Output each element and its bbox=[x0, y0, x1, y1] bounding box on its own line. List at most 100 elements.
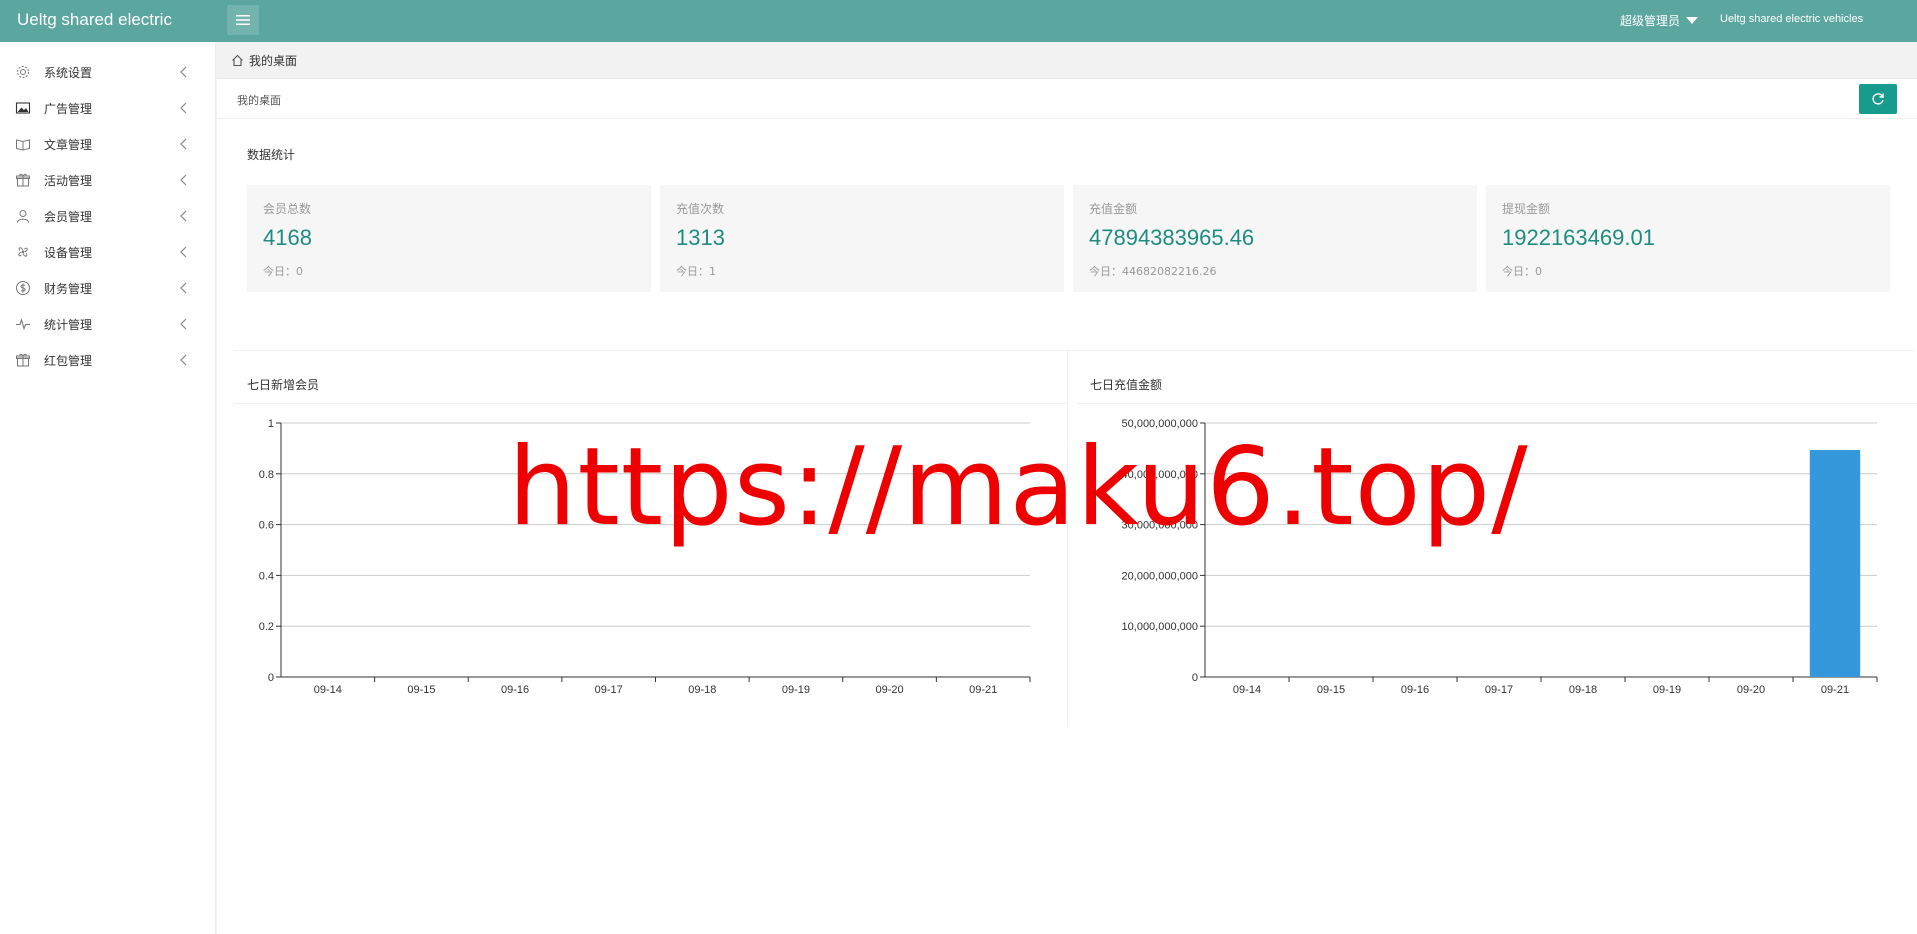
x-tick-label: 09-14 bbox=[314, 684, 342, 696]
sidebar-item-label: 文章管理 bbox=[44, 137, 93, 152]
stat-today: 今日：1 bbox=[676, 265, 716, 278]
stat-today: 今日：44682082216.26 bbox=[1089, 265, 1217, 278]
sidebar-item-label: 财务管理 bbox=[44, 281, 93, 296]
sidebar-item[interactable]: 会员管理 bbox=[0, 198, 216, 234]
image-icon bbox=[15, 102, 31, 114]
breadcrumb-bar: 我的桌面 bbox=[217, 79, 1917, 119]
x-tick-label: 09-18 bbox=[1569, 684, 1597, 696]
sidebar-item[interactable]: 统计管理 bbox=[0, 306, 216, 342]
sidebar-item[interactable]: 设备管理 bbox=[0, 234, 216, 270]
chevron-left-icon bbox=[180, 174, 187, 186]
stat-today: 今日：0 bbox=[263, 265, 303, 278]
stat-value: 4168 bbox=[263, 225, 312, 250]
x-tick-label: 09-17 bbox=[595, 684, 623, 696]
user-name: 超级管理员 bbox=[1620, 14, 1681, 28]
caret-down-icon bbox=[1686, 17, 1699, 24]
sidebar-item[interactable]: 活动管理 bbox=[0, 162, 216, 198]
watermark-text: https://maku6.top/ bbox=[508, 425, 1529, 550]
x-tick-label: 09-15 bbox=[407, 684, 435, 696]
chart-header: 七日新增会员 bbox=[234, 350, 1067, 404]
chevron-left-icon bbox=[180, 66, 187, 78]
sidebar-item[interactable]: 广告管理 bbox=[0, 90, 216, 126]
stats-title: 数据统计 bbox=[247, 148, 296, 162]
y-tick-label: 0.4 bbox=[259, 570, 274, 582]
chart-header: 七日充值金额 bbox=[1077, 350, 1917, 404]
sidebar-item-label: 系统设置 bbox=[44, 65, 93, 80]
chevron-left-icon bbox=[180, 246, 187, 258]
y-tick-label: 0 bbox=[268, 672, 274, 684]
tab-bar: 我的桌面 bbox=[217, 42, 1917, 79]
sidebar: 系统设置广告管理文章管理活动管理会员管理设备管理财务管理统计管理红包管理 bbox=[0, 42, 216, 934]
app-logo-title[interactable]: Ueltg shared electric bbox=[17, 10, 172, 30]
x-tick-label: 09-20 bbox=[1737, 684, 1765, 696]
y-tick-label: 1 bbox=[268, 418, 274, 430]
chart-title: 七日新增会员 bbox=[247, 378, 320, 392]
chevron-left-icon bbox=[180, 138, 187, 150]
gear-icon bbox=[17, 66, 29, 78]
stat-today: 今日：0 bbox=[1502, 265, 1542, 278]
sidebar-item[interactable]: 文章管理 bbox=[0, 126, 216, 162]
book-icon bbox=[16, 139, 30, 151]
x-tick-label: 09-16 bbox=[501, 684, 529, 696]
chevron-left-icon bbox=[180, 210, 187, 222]
sidebar-item[interactable]: 红包管理 bbox=[0, 342, 216, 378]
chevron-left-icon bbox=[180, 318, 187, 330]
refresh-icon bbox=[1872, 93, 1884, 105]
sidebar-item-label: 活动管理 bbox=[44, 173, 93, 188]
x-tick-label: 09-16 bbox=[1401, 684, 1429, 696]
x-tick-label: 09-17 bbox=[1485, 684, 1513, 696]
breadcrumb: 我的桌面 bbox=[237, 94, 281, 107]
pulse-icon bbox=[16, 318, 30, 331]
y-tick-label: 10,000,000,000 bbox=[1122, 621, 1198, 633]
gift-icon bbox=[16, 173, 30, 187]
stat-card-recharge-amount: 充值金额 47894383965.46 今日：44682082216.26 bbox=[1073, 185, 1477, 292]
sidebar-item-label: 广告管理 bbox=[44, 101, 93, 116]
top-bar: Ueltg shared electric 超级管理员 Ueltg shared… bbox=[0, 0, 1917, 42]
bar bbox=[1809, 450, 1861, 677]
tab-home[interactable]: 我的桌面 bbox=[231, 52, 297, 69]
sidebar-item[interactable]: 系统设置 bbox=[0, 54, 216, 90]
tab-home-label: 我的桌面 bbox=[249, 54, 298, 68]
stat-name: 提现金额 bbox=[1502, 202, 1551, 216]
sidebar-item-label: 统计管理 bbox=[44, 317, 93, 332]
x-tick-label: 09-21 bbox=[969, 684, 997, 696]
chevron-left-icon bbox=[180, 354, 187, 366]
sidebar-item[interactable]: 财务管理 bbox=[0, 270, 216, 306]
y-tick-label: 20,000,000,000 bbox=[1122, 570, 1198, 582]
dollar-icon bbox=[16, 281, 30, 295]
chevron-left-icon bbox=[180, 102, 187, 114]
x-tick-label: 09-18 bbox=[688, 684, 716, 696]
y-tick-label: 0.2 bbox=[259, 621, 274, 633]
sidebar-item-label: 设备管理 bbox=[44, 245, 93, 260]
y-tick-label: 0 bbox=[1192, 672, 1198, 684]
fan-icon bbox=[18, 247, 28, 257]
user-menu[interactable]: 超级管理员 bbox=[1620, 12, 1699, 29]
x-tick-label: 09-19 bbox=[1653, 684, 1681, 696]
stat-card-recharge-count: 充值次数 1313 今日：1 bbox=[660, 185, 1064, 292]
x-tick-label: 09-20 bbox=[875, 684, 903, 696]
chevron-left-icon bbox=[180, 282, 187, 294]
gift-icon bbox=[16, 353, 30, 367]
x-tick-label: 09-15 bbox=[1317, 684, 1345, 696]
menu-toggle-button[interactable] bbox=[227, 5, 259, 35]
chart-title: 七日充值金额 bbox=[1090, 378, 1163, 392]
stat-value: 1922163469.01 bbox=[1502, 225, 1655, 250]
x-tick-label: 09-14 bbox=[1233, 684, 1261, 696]
y-tick-label: 0.6 bbox=[259, 520, 274, 532]
stat-card-members: 会员总数 4168 今日：0 bbox=[247, 185, 651, 292]
x-tick-label: 09-19 bbox=[782, 684, 810, 696]
site-name-link[interactable]: Ueltg shared electric vehicles bbox=[1720, 13, 1863, 25]
stat-name: 会员总数 bbox=[263, 202, 312, 216]
stat-name: 充值金额 bbox=[1089, 202, 1138, 216]
refresh-button[interactable] bbox=[1859, 84, 1897, 114]
menu-icon bbox=[236, 15, 250, 25]
x-tick-label: 09-21 bbox=[1821, 684, 1849, 696]
stat-card-withdraw-amount: 提现金额 1922163469.01 今日：0 bbox=[1486, 185, 1890, 292]
sidebar-item-label: 会员管理 bbox=[44, 209, 93, 224]
stat-name: 充值次数 bbox=[676, 202, 725, 216]
y-tick-label: 0.8 bbox=[259, 469, 274, 481]
home-icon bbox=[232, 54, 243, 67]
stat-value: 47894383965.46 bbox=[1089, 225, 1255, 250]
sidebar-item-label: 红包管理 bbox=[44, 353, 93, 368]
stat-value: 1313 bbox=[676, 225, 725, 250]
